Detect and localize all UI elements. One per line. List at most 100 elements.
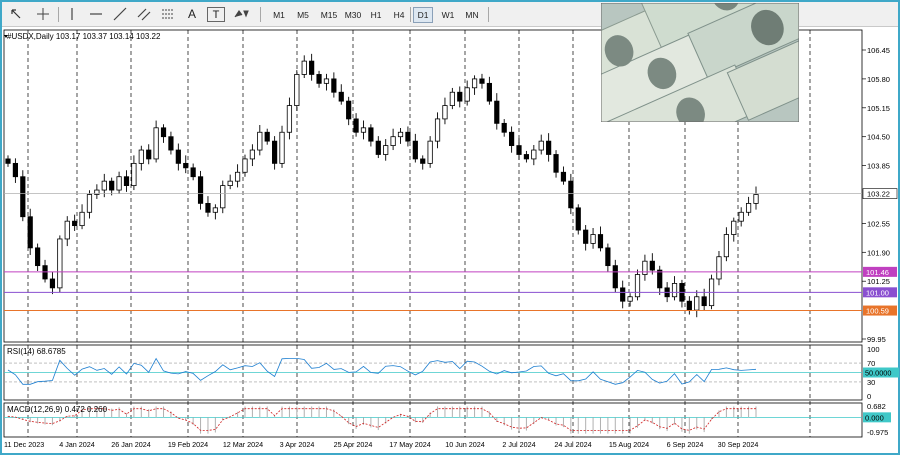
candle-body: [627, 296, 633, 302]
date-label: 10 Jun 2024: [445, 440, 485, 449]
candle-body: [57, 238, 63, 289]
date-label: 2 Jul 2024: [502, 440, 535, 449]
candle-body: [523, 154, 530, 160]
date-label: 12 Mar 2024: [223, 440, 263, 449]
date-label: 30 Sep 2024: [718, 440, 759, 449]
candle-body: [457, 91, 463, 102]
candle-body: [109, 180, 115, 191]
candle-body: [272, 140, 278, 164]
support-levels: 101.46 101.00 100.59 103.22: [4, 188, 898, 316]
candle-body: [131, 162, 137, 187]
candle-body: [294, 74, 300, 106]
candle-body: [568, 180, 574, 209]
candle-body: [597, 234, 604, 249]
candle-body: [620, 287, 626, 302]
candle-body: [397, 131, 404, 138]
candle-body: [538, 140, 544, 151]
candle-body: [671, 283, 678, 298]
date-label: 17 May 2024: [389, 440, 431, 449]
candle-body: [546, 140, 552, 155]
candle-body: [49, 278, 56, 289]
candle-body: [375, 140, 381, 155]
current-price-label: 103.22: [867, 190, 890, 199]
price-label: 101.90: [867, 248, 890, 257]
price-label: 101.25: [867, 277, 890, 286]
candle-body: [227, 180, 233, 187]
date-label: 26 Jan 2024: [111, 440, 151, 449]
dollar-bills-photo: [601, 3, 799, 122]
candle-body: [745, 202, 752, 213]
macd-scale-label: -0.975: [867, 428, 888, 437]
candle-body: [212, 207, 218, 213]
price-label: 105.80: [867, 75, 890, 84]
candle-body: [205, 202, 211, 213]
price-label: 99.95: [867, 335, 886, 344]
candle-body: [516, 145, 522, 155]
candle-body: [738, 211, 744, 222]
price-label: 105.15: [867, 104, 890, 113]
candle-body: [464, 87, 470, 102]
candle-body: [323, 78, 330, 84]
price-label: 103.85: [867, 162, 890, 171]
candle-body: [116, 176, 122, 191]
candle-body: [360, 127, 367, 133]
candle-body: [279, 131, 285, 164]
candle-body: [5, 158, 11, 164]
date-label: 24 Jul 2024: [554, 440, 591, 449]
candle-body: [72, 220, 78, 227]
level-label: 100.59: [866, 307, 889, 316]
candle-body: [686, 300, 692, 311]
macd-signal-line: [7, 408, 756, 431]
candle-body: [694, 296, 700, 311]
candle-body: [583, 229, 589, 244]
candle-body: [368, 127, 374, 142]
candle-body: [427, 140, 433, 164]
candle-body: [412, 140, 418, 160]
candle-body: [86, 194, 93, 213]
macd-scale-label: 0.682: [867, 402, 886, 411]
candle-body: [331, 78, 337, 93]
main-chart-header: #USDX,Daily 103.17 103.37 103.14 103.22: [7, 32, 161, 41]
candle-body: [575, 207, 581, 231]
candle-body: [716, 256, 722, 280]
candle-body: [605, 247, 611, 267]
candle-body: [309, 60, 315, 75]
candle-body: [234, 171, 241, 182]
candle-body: [153, 127, 159, 160]
candle-body: [560, 171, 567, 182]
candle-body: [316, 74, 322, 84]
candle-body: [731, 220, 737, 235]
candle-body: [123, 176, 130, 187]
candle-body: [338, 91, 344, 102]
rsi-header: RSI(14) 68.6785: [7, 347, 66, 356]
date-label: 19 Feb 2024: [168, 440, 208, 449]
candle-body: [723, 234, 729, 258]
price-label: 104.50: [867, 133, 890, 142]
rsi-scale-label: 100: [867, 345, 880, 354]
candle-body: [434, 118, 441, 142]
candle-body: [183, 162, 189, 169]
rsi-line: [7, 357, 757, 385]
candle-body: [383, 145, 389, 155]
level-label: 101.46: [866, 268, 889, 277]
candle-body: [353, 118, 359, 133]
candle-body: [175, 149, 181, 164]
candle-body: [27, 216, 33, 249]
date-label: 15 Aug 2024: [609, 440, 649, 449]
candle-body: [79, 211, 85, 227]
candle-body: [390, 136, 396, 146]
price-label: 102.55: [867, 219, 890, 228]
candle-body: [553, 154, 559, 173]
candle-body: [301, 60, 307, 75]
candle-body: [64, 220, 70, 240]
candle-body: [264, 131, 270, 142]
rsi-scale-label: 0: [867, 392, 871, 401]
rsi-scale-label: 70: [867, 359, 875, 368]
date-label: 3 Apr 2024: [280, 440, 315, 449]
candle-body: [168, 136, 174, 151]
candle-body: [101, 180, 107, 191]
candle-body: [612, 265, 618, 289]
candle-body: [190, 167, 196, 178]
candle-body: [12, 162, 19, 178]
candle-body: [160, 127, 167, 138]
